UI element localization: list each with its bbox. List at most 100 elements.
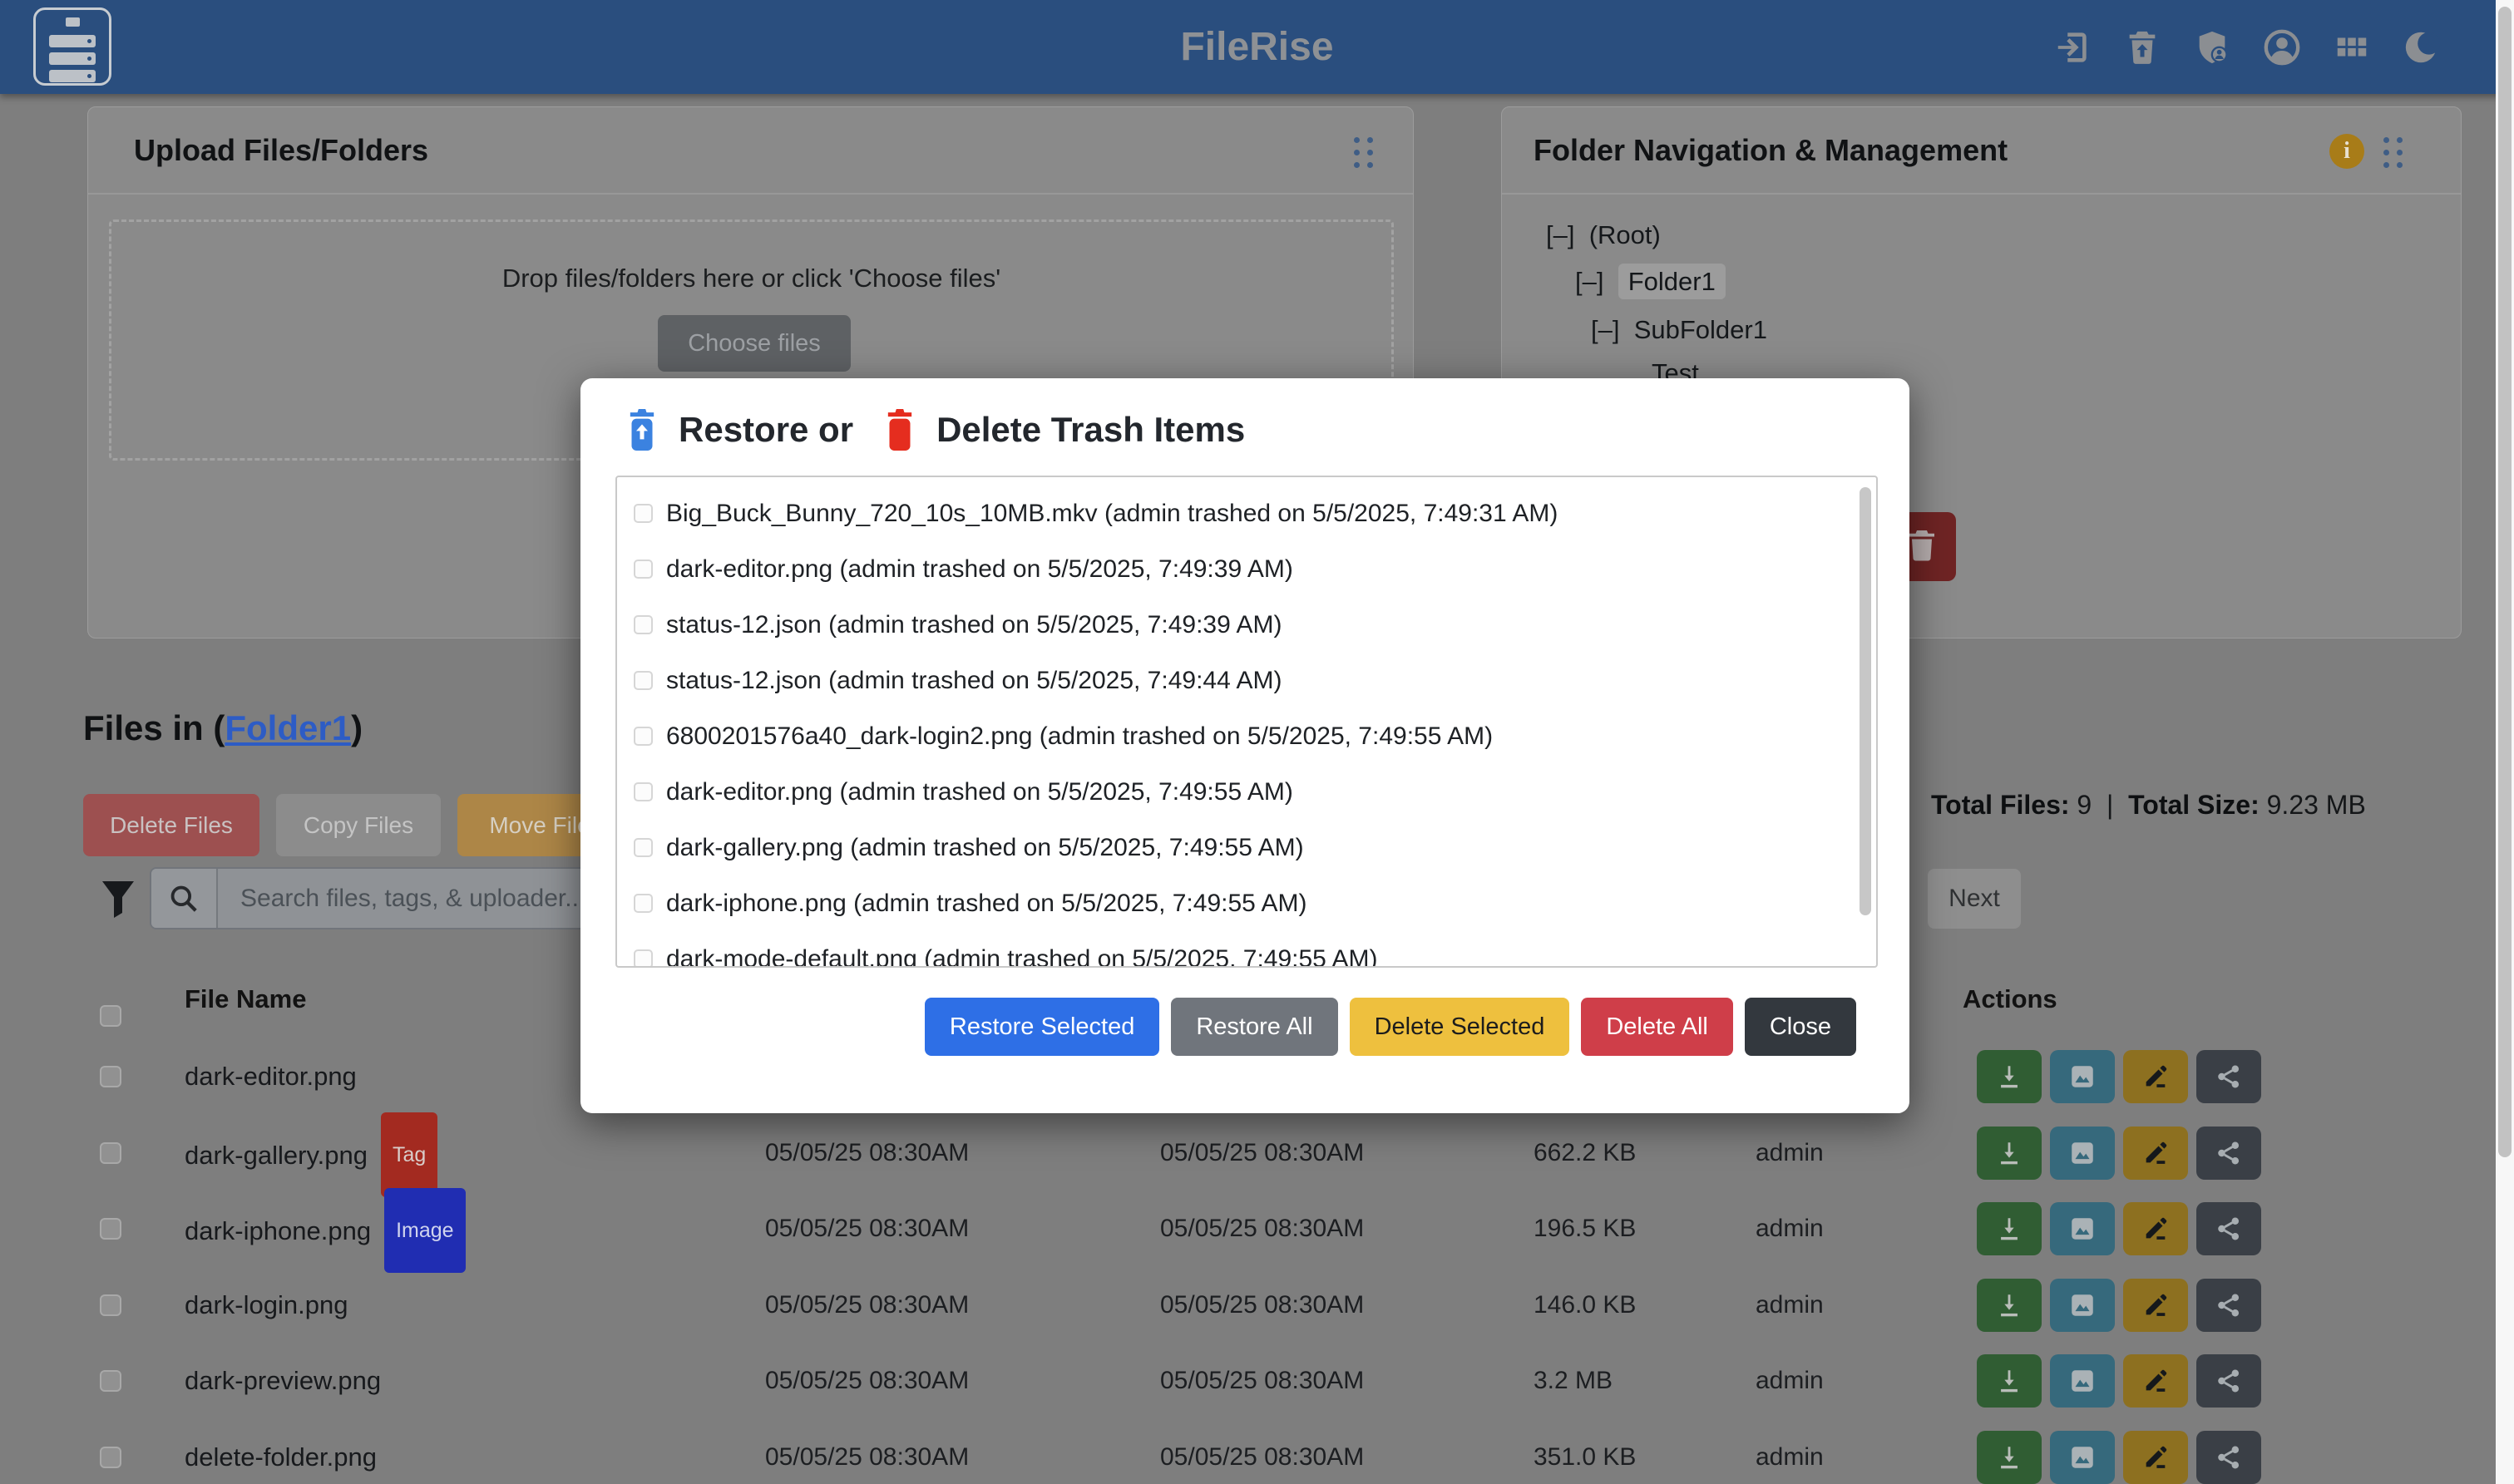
page-scrollbar-track[interactable] xyxy=(2496,0,2514,1484)
trash-item: Big_Buck_Bunny_720_10s_10MB.mkv (admin t… xyxy=(617,486,1876,541)
delete-files-button[interactable]: Delete Files xyxy=(83,794,259,856)
app-header: FileRise xyxy=(0,0,2514,94)
trash-item-checkbox[interactable] xyxy=(634,615,653,634)
trash-item-checkbox[interactable] xyxy=(634,838,653,857)
trash-item: dark-iphone.png (admin trashed on 5/5/20… xyxy=(617,875,1876,931)
trash-item-checkbox[interactable] xyxy=(634,671,653,690)
row-checkbox[interactable] xyxy=(100,1066,121,1087)
preview-image-icon[interactable] xyxy=(2050,1050,2115,1103)
modified-date: 05/05/25 08:30AM xyxy=(765,1419,969,1484)
close-button[interactable]: Close xyxy=(1745,998,1856,1056)
trash-item-checkbox[interactable] xyxy=(634,782,653,801)
download-icon[interactable] xyxy=(1977,1431,2042,1484)
actions-header: Actions xyxy=(1963,978,2057,1021)
file-name: dark-iphone.pngImage xyxy=(185,1191,466,1267)
logout-icon[interactable] xyxy=(2051,26,2094,69)
trash-modal: Restore or Delete Trash Items Big_Buck_B… xyxy=(580,378,1909,1113)
search-input[interactable]: Search files, tags, & uploader... xyxy=(240,869,585,928)
file-name: dark-editor.png xyxy=(185,1038,357,1115)
download-icon[interactable] xyxy=(1977,1279,2042,1332)
restore-all-button[interactable]: Restore All xyxy=(1171,998,1337,1056)
uploader: admin xyxy=(1756,1115,1824,1191)
tree-item-root[interactable]: [–] (Root) xyxy=(1546,217,1661,254)
row-checkbox[interactable] xyxy=(100,1218,121,1240)
table-row: dark-iphone.pngImage 05/05/25 08:30AM 05… xyxy=(0,1191,2514,1267)
page-scrollbar-thumb[interactable] xyxy=(2498,7,2512,1157)
edit-pen-icon[interactable] xyxy=(2123,1050,2188,1103)
files-heading: Files in (Folder1) xyxy=(83,708,363,748)
preview-image-icon[interactable] xyxy=(2050,1431,2115,1484)
tree-item-subfolder1[interactable]: [–] SubFolder1 xyxy=(1591,312,1767,348)
trash-item-checkbox[interactable] xyxy=(634,949,653,968)
file-size: 3.2 MB xyxy=(1534,1343,1613,1419)
edit-pen-icon[interactable] xyxy=(2123,1279,2188,1332)
trash-item: dark-mode-default.png (admin trashed on … xyxy=(617,931,1876,968)
modified-date: 05/05/25 08:30AM xyxy=(765,1115,969,1191)
modified-date: 05/05/25 08:30AM xyxy=(765,1267,969,1343)
list-scrollbar[interactable] xyxy=(1860,487,1871,915)
edit-pen-icon[interactable] xyxy=(2123,1202,2188,1255)
preview-image-icon[interactable] xyxy=(2050,1354,2115,1408)
trash-item-checkbox[interactable] xyxy=(634,560,653,579)
preview-image-icon[interactable] xyxy=(2050,1202,2115,1255)
trash-item: dark-editor.png (admin trashed on 5/5/20… xyxy=(617,764,1876,820)
download-icon[interactable] xyxy=(1977,1202,2042,1255)
file-name-header: File Name xyxy=(185,978,306,1021)
file-size: 196.5 KB xyxy=(1534,1191,1636,1267)
share-icon[interactable] xyxy=(2196,1431,2261,1484)
download-icon[interactable] xyxy=(1977,1354,2042,1408)
delete-all-button[interactable]: Delete All xyxy=(1581,998,1733,1056)
share-icon[interactable] xyxy=(2196,1279,2261,1332)
restore-selected-button[interactable]: Restore Selected xyxy=(925,998,1159,1056)
file-size: 662.2 KB xyxy=(1534,1115,1636,1191)
row-checkbox[interactable] xyxy=(100,1370,121,1392)
folder-card-title: Folder Navigation & Management xyxy=(1502,107,2461,193)
uploader: admin xyxy=(1756,1419,1824,1484)
preview-image-icon[interactable] xyxy=(2050,1279,2115,1332)
select-all-checkbox[interactable] xyxy=(100,1005,121,1027)
download-icon[interactable] xyxy=(1977,1050,2042,1103)
modified-date: 05/05/25 08:30AM xyxy=(765,1343,969,1419)
preview-image-icon[interactable] xyxy=(2050,1127,2115,1180)
tag-badge: Tag xyxy=(381,1112,437,1197)
share-icon[interactable] xyxy=(2196,1202,2261,1255)
info-icon[interactable]: i xyxy=(2329,134,2364,169)
drag-handle-icon[interactable] xyxy=(1352,136,1379,170)
trash-item-checkbox[interactable] xyxy=(634,894,653,913)
share-icon[interactable] xyxy=(2196,1127,2261,1180)
restore-trash-icon xyxy=(625,408,659,451)
choose-files-button[interactable]: Choose files xyxy=(658,315,851,372)
admin-shield-icon[interactable] xyxy=(2190,26,2234,69)
user-icon[interactable] xyxy=(2260,26,2304,69)
next-page-button[interactable]: Next xyxy=(1928,869,2021,929)
edit-pen-icon[interactable] xyxy=(2123,1431,2188,1484)
trash-item-checkbox[interactable] xyxy=(634,504,653,523)
file-stats: Total Files: 9 | Total Size: 9.23 MB xyxy=(1931,786,2366,824)
row-checkbox[interactable] xyxy=(100,1447,121,1468)
file-name: dark-login.png xyxy=(185,1267,348,1343)
share-icon[interactable] xyxy=(2196,1050,2261,1103)
edit-pen-icon[interactable] xyxy=(2123,1127,2188,1180)
trash-item: dark-editor.png (admin trashed on 5/5/20… xyxy=(617,541,1876,597)
share-icon[interactable] xyxy=(2196,1354,2261,1408)
drag-handle-icon[interactable] xyxy=(2382,136,2408,170)
trash-item-checkbox[interactable] xyxy=(634,727,653,746)
trash-items-list[interactable]: Big_Buck_Bunny_720_10s_10MB.mkv (admin t… xyxy=(615,476,1878,968)
grid-view-icon[interactable] xyxy=(2330,26,2373,69)
edit-pen-icon[interactable] xyxy=(2123,1354,2188,1408)
search-icon[interactable] xyxy=(151,869,218,928)
dark-mode-moon-icon[interactable] xyxy=(2400,26,2443,69)
row-checkbox[interactable] xyxy=(100,1142,121,1164)
delete-selected-button[interactable]: Delete Selected xyxy=(1350,998,1570,1056)
row-checkbox[interactable] xyxy=(100,1294,121,1316)
copy-files-button[interactable]: Copy Files xyxy=(276,794,441,856)
upload-date: 05/05/25 08:30AM xyxy=(1160,1191,1364,1267)
uploader: admin xyxy=(1756,1343,1824,1419)
folder1-link[interactable]: Folder1 xyxy=(225,708,351,747)
tree-item-folder1[interactable]: [–] Folder1 xyxy=(1575,264,1726,300)
filter-icon[interactable] xyxy=(101,881,135,922)
trash-item: 6800201576a40_dark-login2.png (admin tra… xyxy=(617,708,1876,764)
file-name: dark-preview.png xyxy=(185,1343,381,1419)
restore-trash-icon[interactable] xyxy=(2121,26,2164,69)
download-icon[interactable] xyxy=(1977,1127,2042,1180)
